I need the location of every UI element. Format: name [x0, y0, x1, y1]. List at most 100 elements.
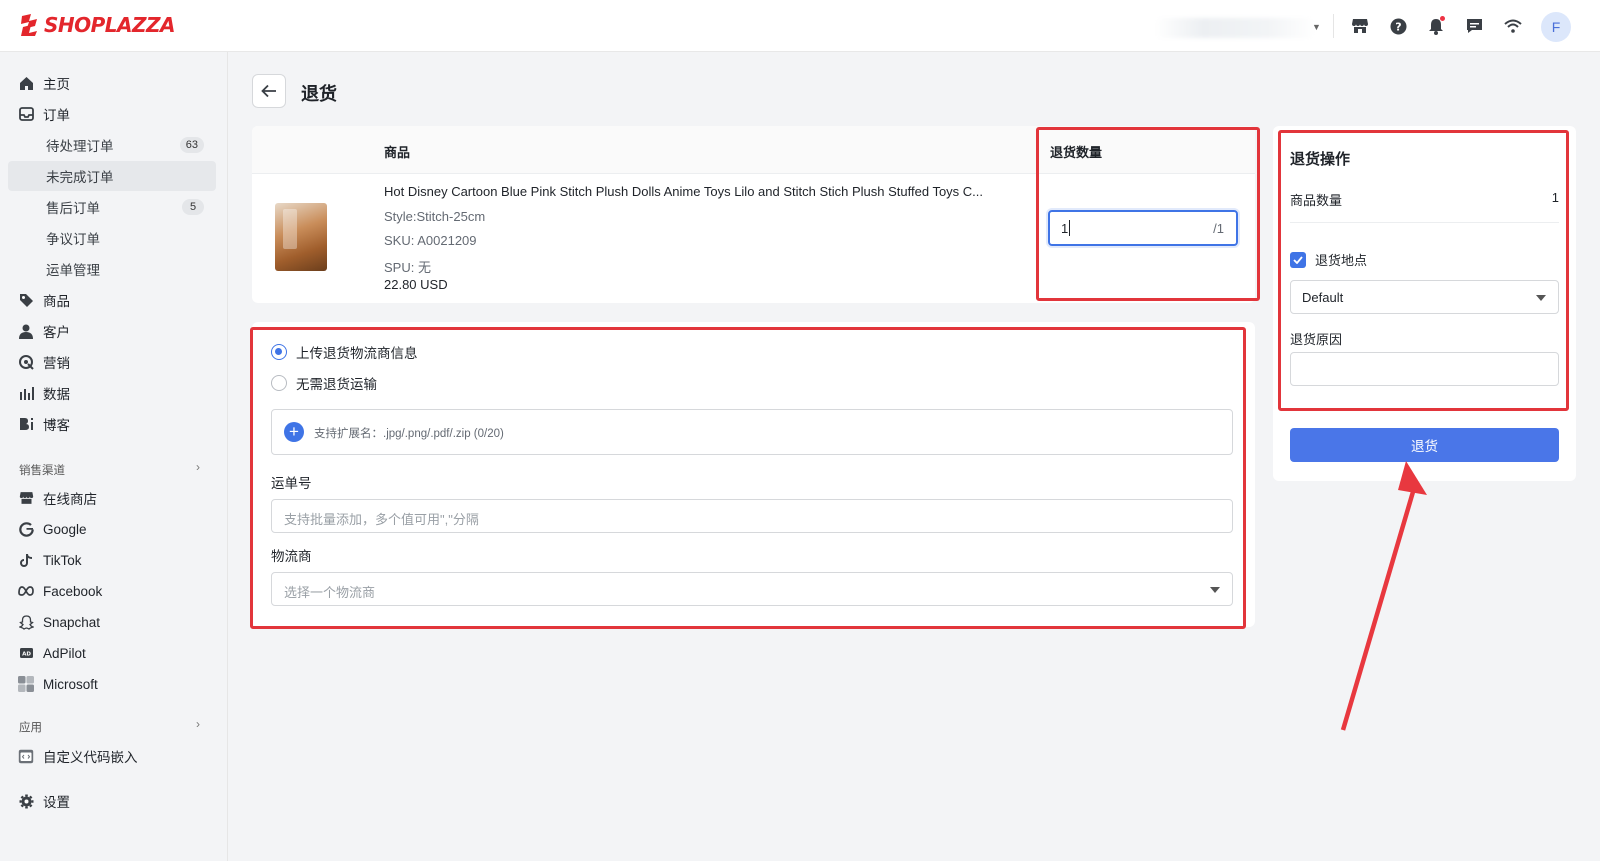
person-icon	[18, 323, 34, 339]
topbar-divider	[1333, 14, 1334, 38]
return-location-select[interactable]: Default	[1290, 280, 1559, 314]
page-title: 退货	[301, 84, 337, 104]
sidebar-item-label: 待处理订单	[46, 139, 114, 154]
caret-down-icon	[1210, 587, 1220, 593]
sidebar-item-products[interactable]: 商品	[8, 285, 216, 315]
return-items-card: 商品 退货数量 Hot Disney Cartoon Blue Pink Sti…	[252, 126, 1255, 303]
table-header: 商品 退货数量	[252, 126, 1255, 174]
blog-icon	[18, 416, 34, 432]
sidebar-item-tiktok[interactable]: TikTok	[8, 545, 216, 575]
radio-selected-icon[interactable]	[271, 344, 287, 360]
checkbox-checked-icon[interactable]	[1290, 251, 1306, 268]
sidebar-item-label: AdPilot	[43, 645, 86, 661]
carrier-select[interactable]: 选择一个物流商	[271, 572, 1233, 606]
sidebar-item-label: 客户	[43, 325, 70, 340]
inbox-icon	[18, 106, 34, 122]
product-title[interactable]: Hot Disney Cartoon Blue Pink Stitch Plus…	[384, 184, 1024, 199]
product-spu: SPU: 无	[384, 260, 431, 275]
sidebar-item-label: Snapchat	[43, 614, 101, 630]
return-location-checkbox[interactable]: 退货地点	[1290, 250, 1367, 269]
upload-hint: 支持扩展名：.jpg/.png/.pdf/.zip (0/20)	[314, 428, 504, 440]
sidebar-item-home[interactable]: 主页	[8, 68, 216, 98]
sidebar-item-blog[interactable]: 博客	[8, 409, 216, 439]
sidebar-item-analytics[interactable]: 数据	[8, 378, 216, 408]
caret-down-icon	[1536, 295, 1546, 301]
chevron-right-icon[interactable]: ›	[196, 717, 200, 731]
gear-icon	[18, 793, 34, 809]
item-count-value: 1	[1551, 190, 1559, 205]
svg-text:?: ?	[1395, 20, 1401, 33]
shoplazza-logo-icon	[21, 14, 37, 36]
wifi-icon[interactable]	[1503, 16, 1523, 36]
store-icon[interactable]	[1350, 16, 1370, 36]
column-header-product: 商品	[384, 145, 411, 160]
sidebar-item-label: Google	[43, 521, 87, 537]
svg-text:AD: AD	[22, 651, 31, 657]
apps-heading: 应用	[19, 722, 42, 734]
return-reason-input[interactable]	[1290, 352, 1559, 386]
checkbox-label: 退货地点	[1315, 253, 1368, 268]
return-qty-input[interactable]: 1 /1	[1048, 210, 1238, 246]
sidebar-item-google[interactable]: Google	[8, 514, 216, 544]
user-avatar[interactable]: F	[1541, 12, 1571, 42]
sidebar-item-label: 设置	[43, 795, 70, 810]
sidebar-item-snapchat[interactable]: Snapchat	[8, 607, 216, 637]
sidebar-item-pending-orders[interactable]: 待处理订单 63	[8, 130, 216, 160]
file-upload-area[interactable]: + 支持扩展名：.jpg/.png/.pdf/.zip (0/20)	[271, 409, 1233, 455]
sidebar-item-orders[interactable]: 订单	[8, 99, 216, 129]
sidebar-item-label: 数据	[43, 387, 70, 402]
sidebar-item-settings[interactable]: 设置	[8, 786, 216, 816]
help-icon[interactable]: ?	[1388, 16, 1408, 36]
shoplazza-logo[interactable]: SHOPLAZZA	[18, 13, 176, 37]
sidebar-item-label: 自定义代码嵌入	[43, 750, 138, 765]
radio-no-shipping[interactable]: 无需退货运输	[271, 373, 377, 393]
google-icon	[18, 521, 34, 537]
sidebar-item-shipments[interactable]: 运单管理	[8, 254, 216, 284]
sales-channels-heading: 销售渠道	[19, 465, 65, 477]
tag-icon	[18, 292, 34, 308]
arrow-left-icon	[261, 84, 276, 98]
snapchat-icon	[18, 614, 34, 630]
radio-unselected-icon[interactable]	[271, 375, 287, 391]
product-price: 22.80 USD	[384, 277, 448, 292]
text-caret	[1069, 220, 1070, 236]
microsoft-icon	[18, 676, 34, 692]
return-qty-value: 1	[1061, 221, 1069, 236]
radio-upload-carrier[interactable]: 上传退货物流商信息	[271, 342, 418, 362]
sidebar-item-label: 争议订单	[46, 232, 100, 247]
message-icon[interactable]	[1464, 16, 1484, 36]
sidebar-item-label: 在线商店	[43, 492, 97, 507]
store-switcher-caret-icon[interactable]: ▼	[1312, 22, 1321, 32]
sidebar-item-marketing[interactable]: 营销	[8, 347, 216, 377]
chevron-right-icon[interactable]: ›	[196, 460, 200, 474]
plus-icon[interactable]: +	[284, 422, 304, 442]
notification-dot	[1440, 16, 1445, 21]
bar-chart-icon	[18, 385, 34, 401]
sidebar-item-custom-code[interactable]: 自定义代码嵌入	[8, 741, 216, 771]
return-shipping-card: 上传退货物流商信息 无需退货运输 + 支持扩展名：.jpg/.png/.pdf/…	[252, 322, 1255, 627]
sidebar-item-label: 售后订单	[46, 201, 100, 216]
carrier-label: 物流商	[271, 549, 312, 564]
sidebar-item-aftersale-orders[interactable]: 售后订单 5	[8, 192, 216, 222]
radio-label: 上传退货物流商信息	[296, 346, 418, 361]
back-button[interactable]	[252, 74, 286, 108]
sidebar-item-label: 商品	[43, 294, 70, 309]
sidebar-item-dispute-orders[interactable]: 争议订单	[8, 223, 216, 253]
sidebar-item-label: 主页	[43, 77, 70, 92]
sidebar-item-microsoft[interactable]: Microsoft	[8, 669, 216, 699]
sidebar-item-facebook[interactable]: Facebook	[8, 576, 216, 606]
meta-icon	[18, 583, 34, 599]
tiktok-icon	[18, 552, 34, 568]
bell-icon[interactable]	[1426, 16, 1446, 36]
return-actions-title: 退货操作	[1290, 151, 1351, 168]
sidebar-item-adpilot[interactable]: AD AdPilot	[8, 638, 216, 668]
tracking-number-label: 运单号	[271, 476, 312, 491]
sidebar-item-customers[interactable]: 客户	[8, 316, 216, 346]
tracking-number-input[interactable]: 支持批量添加，多个值可用","分隔	[271, 499, 1233, 533]
sidebar-item-label: 订单	[43, 108, 70, 123]
count-badge: 63	[179, 137, 204, 153]
sidebar-item-online-store[interactable]: 在线商店	[8, 483, 216, 513]
sidebar-item-label: Microsoft	[43, 676, 98, 692]
sidebar-item-unfinished-orders[interactable]: 未完成订单	[8, 161, 216, 191]
store-switcher[interactable]	[1155, 18, 1315, 38]
